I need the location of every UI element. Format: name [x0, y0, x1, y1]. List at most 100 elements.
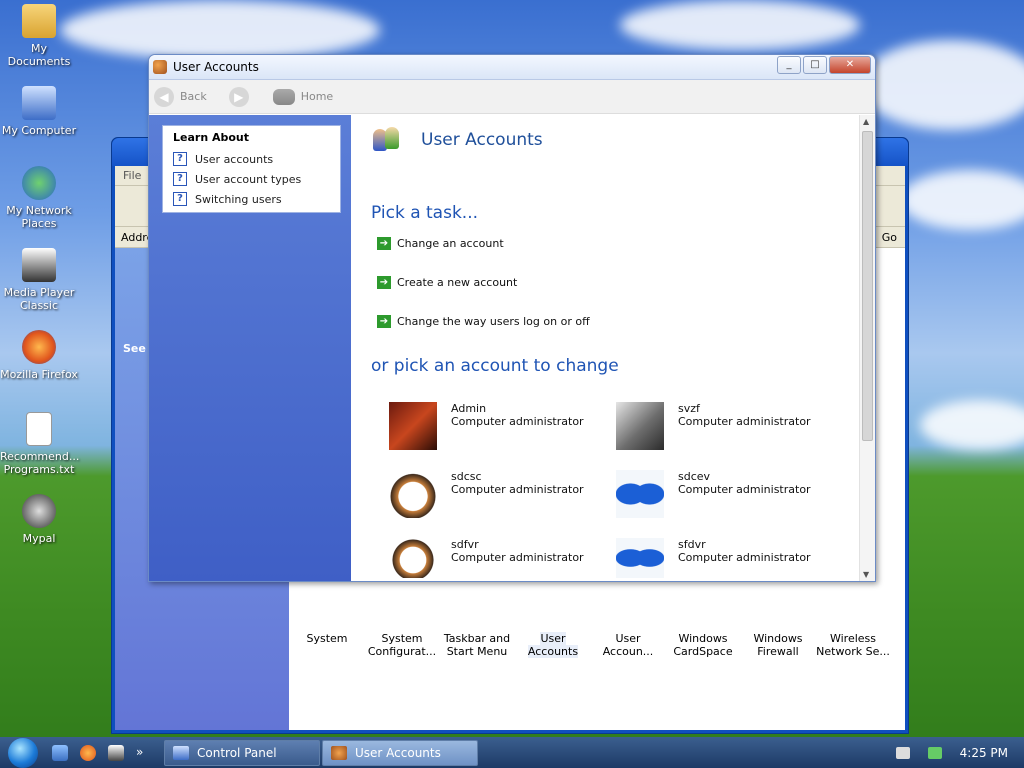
page-header: User Accounts	[371, 127, 543, 153]
pick-account-heading: or pick an account to change	[371, 356, 619, 376]
task-label: Create a new account	[397, 276, 518, 289]
keyboard-icon[interactable]	[895, 746, 910, 759]
user-accounts-icon	[331, 745, 347, 760]
account-tile[interactable]: sdcev Computer administrator	[616, 470, 811, 518]
learn-about-box: Learn About ? User accounts ? User accou…	[162, 125, 341, 213]
show-desktop-icon[interactable]	[52, 744, 68, 761]
account-role: Computer administrator	[678, 483, 811, 496]
applet-windows-firewall[interactable]: Windows Firewall	[740, 610, 816, 658]
learn-link-label: User account types	[195, 172, 302, 186]
computer-icon	[22, 86, 56, 120]
account-role: Computer administrator	[678, 415, 811, 428]
account-name: svzf	[678, 402, 700, 415]
help-question-icon: ?	[173, 172, 187, 186]
applet-label: Windows CardSpace	[673, 632, 733, 658]
page-title: User Accounts	[421, 130, 543, 150]
account-tile[interactable]: Admin Computer administrator	[389, 402, 584, 450]
maximize-button[interactable]: □	[803, 56, 827, 74]
window-title: User Accounts	[173, 60, 259, 74]
desktop-icon-my-computer[interactable]: My Computer	[0, 86, 78, 137]
taskbar-button-control-panel[interactable]: Control Panel	[164, 739, 320, 766]
wireless-network-icon	[837, 610, 869, 628]
desktop-icon-recommended-programs[interactable]: Recommend... Programs.txt	[0, 412, 79, 476]
user-accounts-icon	[371, 127, 403, 153]
help-question-icon: ?	[173, 192, 187, 206]
task-change-logon[interactable]: ➔ Change the way users log on or off	[377, 315, 590, 328]
account-picture-butterfly	[616, 538, 664, 578]
desktop-icon-label: My Computer	[1, 124, 77, 137]
home-button[interactable]: Home	[301, 90, 333, 103]
account-role: Computer administrator	[451, 415, 584, 428]
account-tile[interactable]: sfdvr Computer administrator	[616, 538, 811, 578]
desktop-icon-my-network-places[interactable]: My Network Places	[0, 166, 78, 230]
account-tile[interactable]: sdcsc Computer administrator	[389, 470, 584, 518]
scroll-down-arrow-icon[interactable]: ▼	[863, 570, 869, 579]
desktop-icon-label: My Network Places	[6, 204, 72, 230]
home-icon[interactable]	[272, 88, 295, 105]
applet-label: Wireless Network Se...	[816, 632, 890, 658]
account-tile[interactable]: svzf Computer administrator	[616, 402, 811, 450]
back-button[interactable]: Back	[180, 90, 207, 103]
window-titlebar[interactable]: User Accounts _ □ ✕	[149, 55, 875, 80]
text-file-icon	[26, 412, 52, 446]
firefox-quicklaunch-icon[interactable]	[80, 744, 96, 761]
account-picture-chess	[389, 402, 437, 450]
system-configuration-icon	[386, 610, 418, 628]
desktop-icon-label: Mozilla Firefox	[0, 368, 78, 381]
forward-arrow-icon[interactable]: ▶	[228, 86, 249, 107]
scroll-up-arrow-icon[interactable]: ▲	[863, 117, 869, 126]
network-globe-icon	[22, 166, 56, 200]
system-tray: 4:25 PM	[895, 737, 1024, 768]
applet-windows-cardspace[interactable]: Windows CardSpace	[665, 610, 741, 658]
desktop-icon-mozilla-firefox[interactable]: Mozilla Firefox	[0, 330, 78, 381]
account-tile[interactable]: sdfvr Computer administrator	[389, 538, 584, 578]
media-player-quicklaunch-icon[interactable]	[108, 744, 124, 761]
green-arrow-icon: ➔	[377, 315, 391, 328]
task-change-account[interactable]: ➔ Change an account	[377, 237, 504, 250]
user-accounts-title-icon	[153, 60, 167, 74]
account-picture-horse	[616, 402, 664, 450]
vertical-scrollbar[interactable]: ▲ ▼	[859, 115, 875, 581]
start-button[interactable]	[8, 737, 38, 768]
taskbar-button-label: Control Panel	[197, 745, 277, 760]
learn-link-user-accounts[interactable]: ? User accounts	[173, 152, 332, 166]
applet-taskbar-start-menu[interactable]: Taskbar and Start Menu	[439, 610, 515, 658]
cardspace-icon	[687, 610, 719, 628]
clock[interactable]: 4:25 PM	[960, 746, 1008, 760]
applet-system-configuration[interactable]: System Configurat...	[364, 610, 440, 658]
desktop-icon-media-player-classic[interactable]: Media Player Classic	[0, 248, 78, 312]
chevron-more-icon[interactable]: »	[136, 745, 152, 761]
applet-label: System	[306, 632, 348, 645]
user-accounts-window[interactable]: User Accounts _ □ ✕ ◀ Back ▶ Home Learn …	[148, 54, 876, 582]
taskbar-button-user-accounts[interactable]: User Accounts	[322, 739, 478, 766]
control-panel-icon	[173, 745, 189, 760]
user-accounts-content: User Accounts Pick a task... ➔ Change an…	[351, 115, 859, 581]
desktop-icon-mypal[interactable]: Mypal	[0, 494, 78, 545]
help-question-icon: ?	[173, 152, 187, 166]
applet-system[interactable]: System	[289, 610, 365, 645]
desktop-icon-my-documents[interactable]: My Documents	[0, 4, 78, 68]
media-player-icon	[22, 248, 56, 282]
learn-link-user-account-types[interactable]: ? User account types	[173, 172, 332, 186]
applet-user-accounts-2[interactable]: User Accoun...	[590, 610, 666, 658]
applet-wireless-network-setup[interactable]: Wireless Network Se...	[815, 610, 891, 658]
desktop-icon-label: Media Player Classic	[3, 286, 75, 312]
learn-about-title: Learn About	[173, 131, 250, 144]
applet-label: User Accounts	[527, 632, 579, 658]
minimize-button[interactable]: _	[777, 56, 801, 74]
network-icon[interactable]	[927, 746, 942, 759]
account-name: Admin	[451, 402, 487, 415]
back-arrow-icon[interactable]: ◀	[154, 86, 174, 107]
go-button[interactable]: Go	[882, 231, 897, 244]
account-picture-dog	[389, 470, 437, 518]
applet-user-accounts[interactable]: User Accounts	[515, 610, 591, 658]
applet-label: User Accoun...	[602, 632, 654, 658]
account-name: sfdvr	[678, 538, 706, 551]
close-button[interactable]: ✕	[829, 56, 871, 74]
menu-file[interactable]: File	[123, 169, 141, 182]
learn-link-label: Switching users	[195, 192, 282, 206]
window-toolbar: ◀ Back ▶ Home	[149, 80, 875, 114]
learn-link-switching-users[interactable]: ? Switching users	[173, 192, 332, 206]
scrollbar-thumb[interactable]	[862, 131, 873, 441]
task-create-account[interactable]: ➔ Create a new account	[377, 276, 517, 289]
